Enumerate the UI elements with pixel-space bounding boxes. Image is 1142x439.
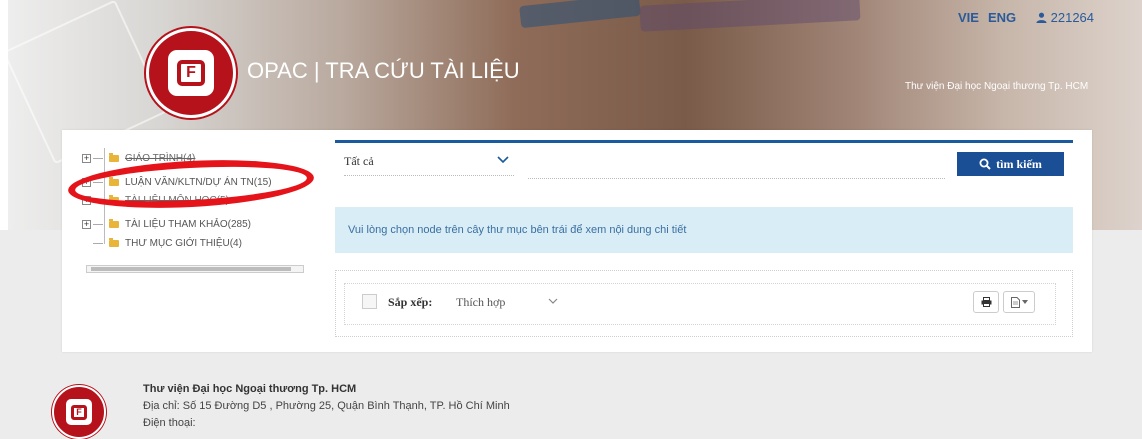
footer-university-logo: F xyxy=(52,385,106,439)
tree-connector xyxy=(93,242,103,244)
tree-item-label: THƯ MỤC GIỚI THIỆU(4) xyxy=(125,237,242,249)
info-message: Vui lòng chọn node trên cây thư mục bên … xyxy=(335,207,1073,253)
header-edge xyxy=(0,0,8,230)
language-vie-link[interactable]: VIE xyxy=(958,10,979,25)
logo-mark-icon: F xyxy=(71,404,87,420)
export-icon xyxy=(1010,296,1020,308)
library-name: Thư viện Đại học Ngoại thương Tp. HCM xyxy=(905,81,1089,92)
print-button[interactable] xyxy=(973,291,999,313)
select-all-checkbox[interactable] xyxy=(362,294,377,309)
chevron-down-icon[interactable] xyxy=(497,154,509,164)
footer-phone: Điện thoại: xyxy=(143,417,196,429)
scrollbar-thumb[interactable] xyxy=(91,267,291,271)
category-select[interactable]: Tất cả xyxy=(344,154,374,169)
user-account-link[interactable]: 221264 xyxy=(1036,10,1094,25)
banner-decoration xyxy=(639,0,861,32)
select-underline xyxy=(344,175,514,176)
user-id: 221264 xyxy=(1050,10,1095,25)
chevron-down-icon[interactable] xyxy=(548,297,558,305)
tree-horizontal-scrollbar[interactable] xyxy=(86,265,304,273)
results-toolbar xyxy=(344,283,1056,325)
search-icon xyxy=(979,158,991,170)
search-button[interactable]: tìm kiếm xyxy=(957,152,1064,176)
sort-label: Sắp xếp: xyxy=(388,295,433,309)
tree-connector xyxy=(93,223,103,225)
folder-icon xyxy=(109,218,119,228)
university-logo[interactable]: F xyxy=(146,28,236,118)
footer-library-name: Thư viện Đại học Ngoại thương Tp. HCM xyxy=(143,383,357,395)
folder-icon xyxy=(109,152,119,162)
expand-icon[interactable]: + xyxy=(82,153,91,163)
search-input[interactable] xyxy=(528,152,945,179)
logo-emblem: F xyxy=(168,50,214,96)
logo-emblem: F xyxy=(66,399,92,425)
sort-select[interactable]: Thích hợp xyxy=(456,295,505,310)
tree-item[interactable]: + TÀI LIỆU THAM KHẢO(285) xyxy=(82,216,251,232)
export-button[interactable] xyxy=(1003,291,1035,313)
logo-mark-icon: F xyxy=(177,60,205,86)
expand-icon[interactable]: + xyxy=(82,219,91,229)
tree-item-label: TÀI LIỆU THAM KHẢO(285) xyxy=(125,218,251,230)
print-icon xyxy=(981,297,991,307)
caret-down-icon xyxy=(1021,300,1028,304)
search-button-label: tìm kiếm xyxy=(996,156,1042,171)
language-eng-link[interactable]: ENG xyxy=(988,10,1016,25)
banner-decoration xyxy=(519,0,641,29)
tree-connector xyxy=(93,157,103,159)
site-title[interactable]: OPAC | TRA CỨU TÀI LIỆU xyxy=(247,58,520,84)
folder-icon xyxy=(109,237,119,247)
footer-address: Địa chỉ: Số 15 Đường D5 , Phường 25, Quậ… xyxy=(143,400,510,412)
user-icon xyxy=(1036,12,1047,23)
tree-item[interactable]: THƯ MỤC GIỚI THIỆU(4) xyxy=(82,235,242,251)
